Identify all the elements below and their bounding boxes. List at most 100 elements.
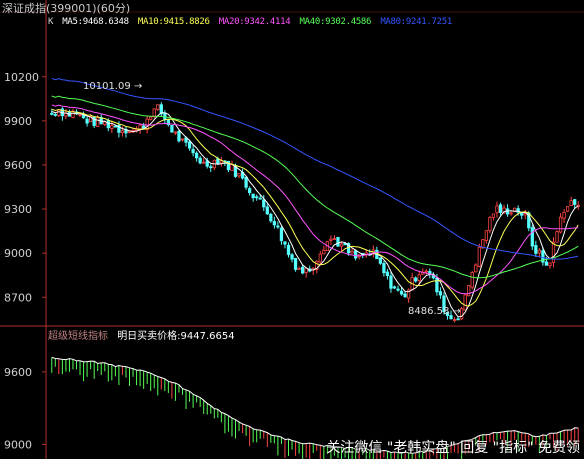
candle-body <box>85 118 89 124</box>
legend-ma40: MA40:9302.4586 <box>299 17 372 27</box>
candle-body <box>170 125 174 133</box>
indicator-name: 超级短线指标 <box>48 331 108 342</box>
candle-body <box>262 199 266 208</box>
candle-body <box>286 244 291 255</box>
candle-body <box>127 131 132 133</box>
candle-body <box>467 285 471 297</box>
candle-body <box>537 249 542 254</box>
sub-y-tick-label: 9000 <box>4 438 32 451</box>
candle-body <box>562 212 566 219</box>
candle-body <box>57 109 61 116</box>
ma20-line <box>51 104 579 295</box>
low-annotation: 8486.58 → <box>408 306 461 317</box>
candle-body <box>202 161 206 164</box>
candle-body <box>265 206 269 215</box>
candle-body <box>50 112 54 115</box>
candle-body <box>177 130 181 142</box>
candle-body <box>244 176 248 188</box>
watermark-text: 关注微信 "老韩实盘" 回复 "指标" 免费领 <box>326 440 580 456</box>
candle-body <box>403 293 407 298</box>
candle-body <box>173 131 178 134</box>
candle-body <box>113 125 118 128</box>
candle-body <box>297 268 301 270</box>
candle-body <box>198 157 202 164</box>
candle-body <box>399 290 404 295</box>
legend-ma5: MA5:9468.6348 <box>62 17 129 27</box>
candle-body <box>385 271 390 276</box>
y-tick-label: 9600 <box>4 159 32 172</box>
candle-body <box>488 217 492 232</box>
candle-body <box>336 236 340 247</box>
candle-body <box>452 319 457 321</box>
candle-body <box>247 188 252 194</box>
candle-body <box>322 249 326 255</box>
chart-canvas: 10200 9900 9600 9300 9000 8700 9600 9000 <box>0 0 584 459</box>
candle-body <box>565 206 570 212</box>
candle-body <box>194 152 199 159</box>
sub-y-axis: 9600 9000 <box>4 366 46 451</box>
candle-body <box>424 270 428 273</box>
candle-body <box>138 124 142 130</box>
candle-body <box>209 166 213 169</box>
candle-body <box>378 257 383 264</box>
candle-body <box>498 204 503 214</box>
candle-body <box>353 250 358 259</box>
y-tick-label: 9300 <box>4 203 32 216</box>
candle-body <box>569 200 573 206</box>
candle-body <box>96 117 100 127</box>
candle-body <box>300 266 305 274</box>
legend-ma20: MA20:9342.4114 <box>218 17 291 27</box>
candle-body <box>237 173 241 177</box>
candle-body <box>120 130 125 134</box>
candle-body <box>283 241 287 245</box>
candlestick-series <box>50 102 580 323</box>
y-tick-label: 10200 <box>4 71 39 84</box>
sub-y-tick-label: 9600 <box>4 366 32 379</box>
candle-body <box>456 318 460 321</box>
candle-body <box>290 254 294 260</box>
candle-body <box>255 196 259 199</box>
candle-body <box>484 230 489 241</box>
y-tick-label: 9900 <box>4 115 32 128</box>
candle-body <box>293 257 298 270</box>
candle-body <box>470 272 474 288</box>
candle-body <box>414 277 418 282</box>
candle-body <box>110 125 114 129</box>
candle-body <box>520 212 524 216</box>
candle-body <box>304 268 308 274</box>
candle-body <box>534 245 538 254</box>
high-annotation: 10101.09 → <box>83 81 143 92</box>
ma5-line <box>51 110 579 318</box>
candle-body <box>152 108 156 118</box>
candle-body <box>573 199 577 205</box>
candle-body <box>251 193 255 199</box>
ma-legend: K MA5:9468.6348 MA10:9415.8826 MA20:9342… <box>48 17 456 27</box>
candle-body <box>156 104 160 110</box>
candle-body <box>548 262 552 267</box>
candle-body <box>53 113 57 116</box>
candle-body <box>491 213 496 218</box>
candle-body <box>339 243 344 247</box>
sub-panel-legend: 超级短线指标 明日买卖价格:9447.6654 <box>48 327 235 342</box>
window-title: 深证成指(399001)(60分) <box>2 2 131 15</box>
candle-body <box>191 149 195 154</box>
candle-body <box>474 264 478 273</box>
candle-body <box>276 225 280 228</box>
candle-body <box>495 205 499 214</box>
candle-body <box>318 253 322 263</box>
candle-body <box>392 286 397 289</box>
candle-body <box>180 138 185 141</box>
candle-body <box>92 116 96 126</box>
candle-body <box>216 158 220 165</box>
legend-ma10: MA10:9415.8826 <box>137 17 210 27</box>
candle-body <box>438 291 443 296</box>
candle-body <box>558 216 563 233</box>
candle-body <box>106 120 110 129</box>
candle-body <box>332 238 337 240</box>
legend-ma80: MA80:9241.7251 <box>380 17 452 27</box>
candle-body <box>417 274 421 281</box>
candle-body <box>389 275 393 289</box>
candle-body <box>149 116 153 120</box>
ma80-line <box>51 77 579 260</box>
legend-k: K <box>48 17 54 27</box>
